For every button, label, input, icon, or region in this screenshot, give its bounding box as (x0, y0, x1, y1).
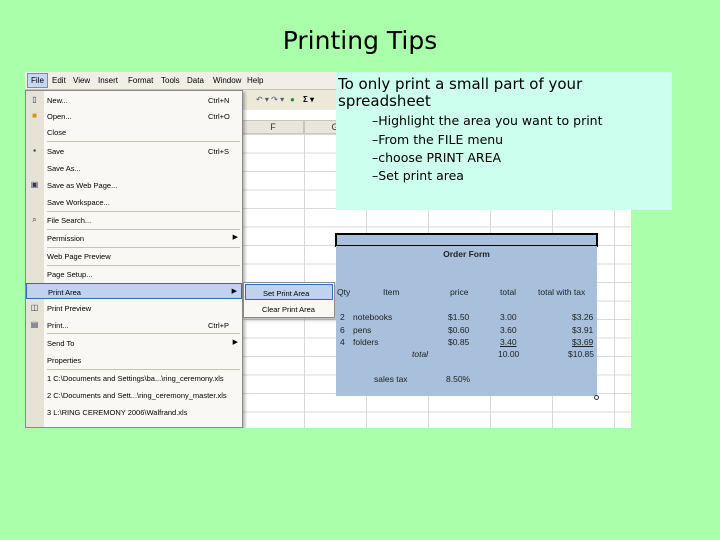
row-item: pens (353, 325, 372, 335)
row-item: folders (353, 337, 379, 347)
menu-window[interactable]: Window (213, 76, 241, 85)
menu-item-send-to[interactable]: Send To ▶ (26, 335, 242, 351)
web-page-icon: ▣ (30, 180, 39, 189)
menu-item-permission[interactable]: Permission ▶ (26, 230, 242, 246)
print-area-submenu: Set Print Area Clear Print Area (243, 282, 335, 318)
menu-format[interactable]: Format (128, 76, 153, 85)
submenu-item-clear-print-area[interactable]: Clear Print Area (245, 301, 333, 317)
menu-file[interactable]: File (27, 73, 48, 88)
callout-step: –Highlight the area you want to print (372, 113, 603, 128)
callout-main-text: To only print a small part of your sprea… (338, 75, 583, 110)
menu-separator (47, 333, 240, 334)
column-header-f[interactable]: F (242, 120, 304, 134)
new-doc-icon: ▯ (32, 95, 37, 104)
menu-item-recent-1[interactable]: 1 C:\Documents and Settings\ba...\ring_c… (26, 370, 242, 386)
row-price: $0.60 (448, 325, 470, 335)
submenu-arrow-icon: ▶ (232, 339, 238, 346)
slide-title: Printing Tips (282, 26, 438, 55)
menu-item-properties[interactable]: Properties (26, 352, 242, 368)
save-icon: ▪ (33, 146, 36, 155)
menu-view[interactable]: View (73, 76, 90, 85)
row-price: $0.85 (448, 337, 470, 347)
menu-help[interactable]: Help (247, 76, 263, 85)
menu-separator (47, 141, 240, 142)
autosum-icon[interactable]: Σ ▾ (303, 95, 314, 104)
row-total: 3.60 (500, 325, 517, 335)
menu-item-save-web-page[interactable]: ▣ Save as Web Page... (26, 177, 242, 193)
undo-icon[interactable]: ↶ ▾ ↷ ▾ (256, 95, 284, 104)
menu-edit[interactable]: Edit (52, 76, 66, 85)
callout-step: –From the FILE menu (372, 132, 504, 147)
row-total-with-tax: $3.69 (572, 337, 594, 347)
selected-range[interactable] (335, 233, 598, 247)
header-price: price (450, 287, 469, 297)
row-total: 3.00 (500, 312, 517, 322)
sales-tax-label: sales tax (374, 374, 408, 384)
menu-item-save-workspace[interactable]: Save Workspace... (26, 194, 242, 210)
menu-tools[interactable]: Tools (161, 76, 180, 85)
menu-item-print-area[interactable]: Print Area ▶ (26, 283, 242, 299)
row-total: 3.40 (500, 337, 517, 347)
menu-item-save-as[interactable]: Save As... (26, 160, 242, 176)
menu-item-file-search[interactable]: ⌕ File Search... (26, 212, 242, 228)
row-total-with-tax: $3.91 (572, 325, 594, 335)
search-icon: ⌕ (32, 215, 37, 224)
open-folder-icon: ■ (32, 111, 37, 120)
row-qty: 2 (340, 312, 345, 322)
menu-insert[interactable]: Insert (98, 76, 118, 85)
menu-item-save[interactable]: ▪ Save Ctrl+S (26, 143, 242, 159)
row-total-with-tax: $3.26 (572, 312, 594, 322)
sales-tax-value: 8.50% (446, 374, 471, 384)
total-with-tax-value: $10.85 (568, 349, 594, 359)
order-form-title: Order Form (443, 249, 490, 259)
menu-item-recent-2[interactable]: 2 C:\Documents and Sett...\ring_ceremony… (26, 387, 242, 403)
header-item: Item (383, 287, 400, 297)
row-price: $1.50 (448, 312, 470, 322)
print-preview-icon: ◫ (30, 303, 39, 312)
header-qty: Qty (337, 287, 351, 297)
menu-item-print[interactable]: ▤ Print... Ctrl+P (26, 317, 242, 333)
total-value: 10.00 (498, 349, 520, 359)
menu-item-recent-3[interactable]: 3 L:\RING CEREMONY 2006\Walfrand.xls (26, 404, 242, 420)
row-item: notebooks (353, 312, 393, 322)
header-total-with-tax: total with tax (538, 287, 586, 297)
row-qty: 4 (340, 337, 345, 347)
tip-callout: To only print a small part of your sprea… (336, 72, 672, 210)
callout-step: –choose PRINT AREA (372, 150, 502, 165)
print-icon: ▤ (30, 320, 39, 329)
submenu-arrow-icon: ▶ (232, 234, 238, 241)
header-total: total (500, 287, 517, 297)
menu-data[interactable]: Data (187, 76, 204, 85)
menu-item-page-setup[interactable]: Page Setup... (26, 266, 242, 282)
total-label: total (412, 349, 429, 359)
menu-item-close[interactable]: Close (26, 124, 242, 140)
submenu-item-set-print-area[interactable]: Set Print Area (245, 284, 333, 300)
order-form[interactable]: Order Form Qty Item price total total wi… (336, 246, 597, 396)
menu-item-open[interactable]: ■ Open... Ctrl+O (26, 108, 242, 124)
menu-item-web-page-preview[interactable]: Web Page Preview (26, 248, 242, 264)
row-qty: 6 (340, 325, 345, 335)
file-menu-dropdown: ▯ New... Ctrl+N ■ Open... Ctrl+O Close ▪… (25, 90, 243, 428)
callout-step: –Set print area (372, 168, 464, 183)
hyperlink-icon[interactable]: ● (290, 95, 295, 104)
submenu-arrow-icon: ▶ (231, 288, 237, 295)
menu-item-new[interactable]: ▯ New... Ctrl+N (26, 92, 242, 108)
menu-item-print-preview[interactable]: ◫ Print Preview (26, 300, 242, 316)
fill-handle[interactable] (594, 395, 599, 400)
